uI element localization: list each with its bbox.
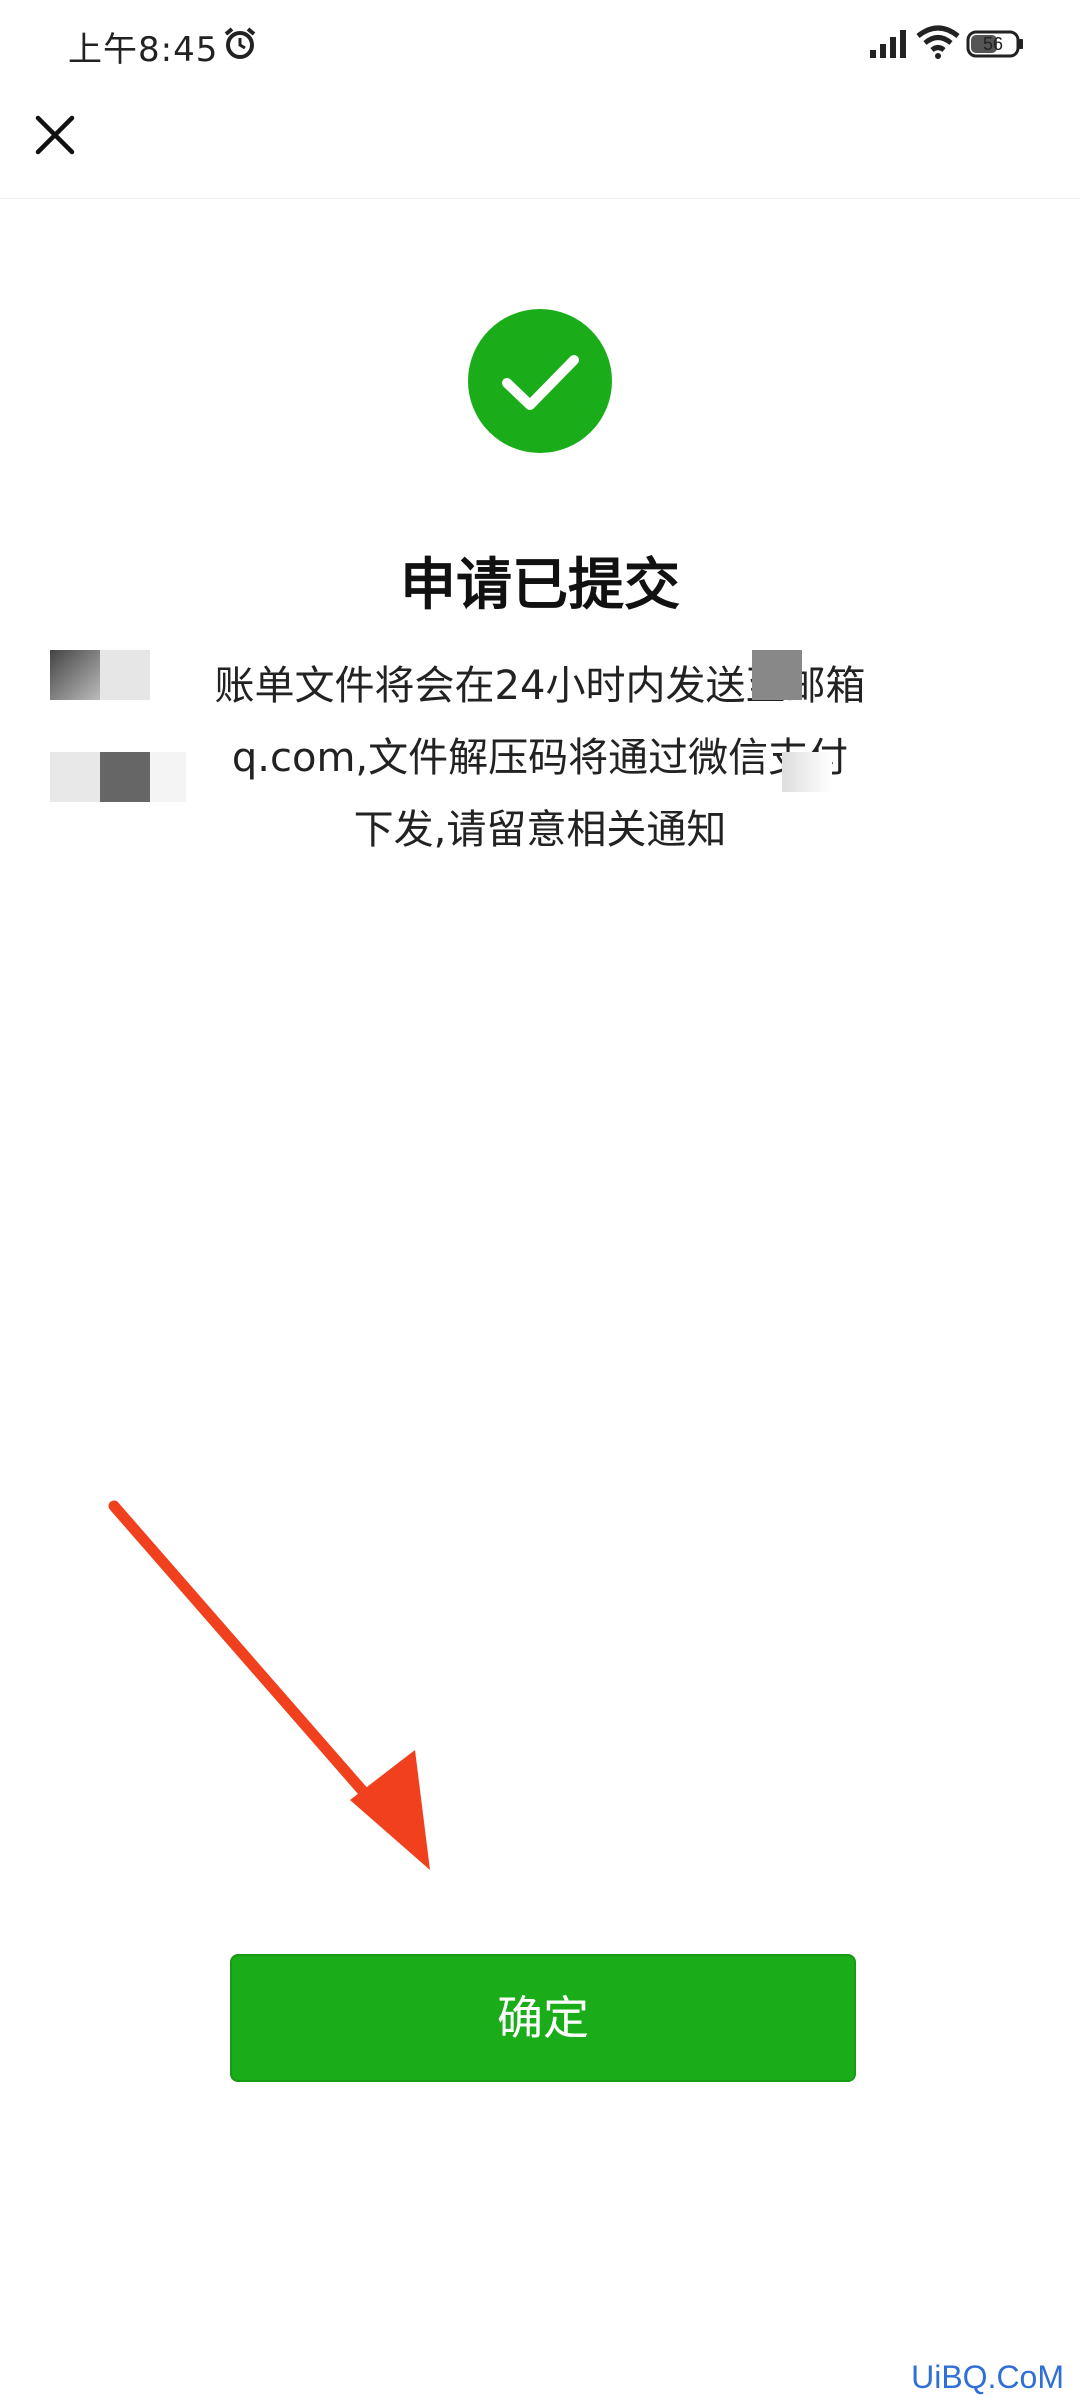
arrow-annotation xyxy=(108,1500,430,1870)
header-divider xyxy=(0,198,1080,199)
redaction-mosaic xyxy=(100,650,150,700)
status-bar: 上午8:45 56 xyxy=(0,0,1080,92)
redaction-mosaic xyxy=(752,650,802,700)
page-title: 申请已提交 xyxy=(400,553,680,618)
message-line: 下发,请留意相关通知 xyxy=(353,807,727,853)
redaction-mosaic xyxy=(150,752,186,802)
watermark: UiBQ.CoM xyxy=(911,2359,1064,2395)
redaction-mosaic xyxy=(50,650,100,700)
signal-icon xyxy=(870,30,906,58)
confirm-button[interactable]: 确定 xyxy=(230,1954,856,2082)
redaction-mosaic xyxy=(782,752,832,792)
close-icon xyxy=(35,115,75,155)
close-button[interactable] xyxy=(24,100,86,162)
redaction-mosaic xyxy=(100,752,150,802)
message-line: 账单文件将会在24小时内发送至邮箱 xyxy=(214,663,866,709)
redaction-mosaic xyxy=(50,752,100,802)
checkmark-circle-icon xyxy=(468,309,612,453)
battery-level: 56 xyxy=(982,34,1004,54)
wifi-icon xyxy=(916,25,960,59)
message-line: q.com,文件解压码将通过微信支付 xyxy=(231,735,849,781)
result-message: 账单文件将会在24小时内发送至邮箱 q.com,文件解压码将通过微信支付 下发,… xyxy=(40,650,1040,866)
alarm-icon xyxy=(224,27,256,59)
status-time: 上午8:45 xyxy=(68,30,219,70)
